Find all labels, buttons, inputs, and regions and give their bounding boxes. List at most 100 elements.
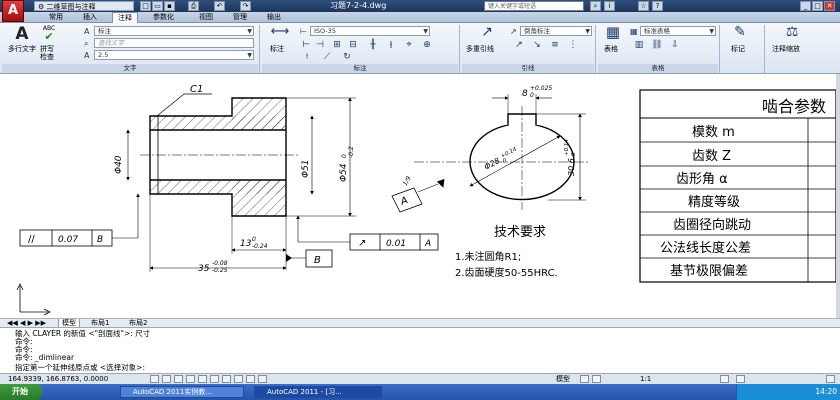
clean-screen-icon[interactable] [826,375,835,383]
new-file-icon[interactable]: □ [140,1,151,11]
spell-check-icon[interactable]: ABC ✔ [38,25,60,43]
dim-linear-icon[interactable]: ⊢ [300,39,312,51]
help-icon[interactable]: ? [652,1,663,11]
table-style-select[interactable]: 标准表格 ▼ [640,26,716,36]
collect-leader-icon[interactable]: ⋮ [566,39,580,51]
chevron-down-icon: ▼ [247,28,252,35]
quick-view-icon[interactable] [592,375,601,383]
undo-icon[interactable]: ↶ [214,1,225,11]
find-text-placeholder: 查找文字 [98,39,124,47]
info-icon[interactable]: i [604,1,615,11]
osnap-toggle-icon[interactable] [198,375,207,383]
spell-check-label-line2[interactable]: 检查 [40,53,54,62]
dim-space-icon[interactable]: ⫲ [384,39,398,51]
lock-icon[interactable] [736,375,745,383]
tab-output[interactable]: 输出 [262,12,286,23]
multiline-text-label[interactable]: 多行文字 [8,45,36,54]
drawing-canvas[interactable]: C1 Φ40 Φ51 Φ54 0 -0.2 // 0.07 B 13 0 -0.… [0,74,836,318]
tab-home[interactable]: 常用 [44,12,68,23]
search-icon[interactable]: ⌕ [590,1,601,11]
minimize-icon[interactable]: _ [800,1,811,11]
dyn-toggle-icon[interactable] [234,375,243,383]
tab-insert[interactable]: 插入 [78,12,102,23]
drawing-svg[interactable]: C1 Φ40 Φ51 Φ54 0 -0.2 // 0.07 B 13 0 -0.… [0,74,836,318]
layout-tab-bar: ◀◀ ◀ ▶ ▶▶ 模型 布局1 布局2 [0,318,840,328]
chevron-down-icon: ▼ [585,28,590,35]
command-prompt[interactable]: 指定第一个延伸线原点或 <选择对象>: [15,364,145,372]
maximize-icon[interactable]: □ [812,1,823,11]
search-input[interactable]: 键入关键字或短语 [484,1,584,11]
find-text-input[interactable]: 查找文字 [94,38,254,48]
redo-icon[interactable]: ↷ [240,1,251,11]
open-file-icon[interactable]: ▭ [152,1,163,11]
table-extract-icon[interactable]: ⇩ [668,39,682,51]
annotation-scale-label[interactable]: 注释缩放 [772,45,800,54]
dim-tolerance-icon[interactable]: ⌖ [402,39,416,51]
dim-aligned-icon[interactable]: ⊣ [314,39,326,51]
layout-view-icon[interactable] [580,375,589,383]
snap-toggle-icon[interactable] [150,375,159,383]
workspace-switch-icon[interactable] [720,375,729,383]
dimension-icon[interactable]: ⟷ [268,25,292,44]
text-height-select[interactable]: 2.5 ▼ [94,50,254,60]
remove-leader-icon[interactable]: ↘ [530,39,544,51]
panel-label-dimension[interactable]: 标注 [262,64,458,73]
workspace-selector[interactable]: ⚙ 二维草图与注释 [34,1,134,11]
table-row-teeth: 齿数 Z [692,149,731,164]
multileader-button-label[interactable]: 多重引线 [466,45,494,54]
markup-icon[interactable]: ✎ [730,25,750,44]
parameter-table[interactable]: 啮合参数 模数 m 齿数 Z 齿形角 α 精度等级 齿圈径向跳动 公法线长度公差… [639,89,836,283]
dim-break-icon[interactable]: ╫ [366,39,380,51]
dim-continue-icon[interactable]: ⊟ [346,39,360,51]
tab-manage[interactable]: 管理 [228,12,252,23]
polar-toggle-icon[interactable] [186,375,195,383]
add-leader-icon[interactable]: ↗ [512,39,526,51]
keyway-width-label: 8 [522,89,528,99]
panel-label-text[interactable]: 文字 [2,64,258,73]
multileader-icon[interactable]: ↗ [476,25,498,44]
command-line-window[interactable]: 输入 CLAYER 的新值 <"剖面线">: 尺寸 命令: 命令: 命令: _d… [0,327,840,373]
grid-toggle-icon[interactable] [162,375,171,383]
tab-parametric[interactable]: 参数化 [148,12,179,23]
table-button-label[interactable]: 表格 [604,45,618,54]
text-style-select[interactable]: 标注 ▼ [94,26,254,36]
leader-style-select[interactable]: 倒角标注 ▼ [520,26,592,36]
annotation-scale-icon[interactable]: ⚖ [782,25,802,44]
table-style-icon: ▦ [630,27,638,36]
multiline-text-icon[interactable]: A [12,25,32,43]
lwt-toggle-icon[interactable] [246,375,255,383]
markup-button-label[interactable]: 标记 [731,45,745,54]
dimension-button-label[interactable]: 标注 [270,45,284,54]
task-item-autocad[interactable]: AutoCAD 2011 - [习... [254,386,382,398]
tolerance-value-left: 0.07 [58,235,78,245]
autocad-logo-icon[interactable]: A [2,0,24,22]
print-icon[interactable]: ⎙ [188,1,199,11]
dim-center-icon[interactable]: ⊕ [420,39,434,51]
panel-label-leader[interactable]: 引线 [462,64,594,73]
dim-oblique-icon[interactable]: ⟋ [320,51,334,63]
otrack-toggle-icon[interactable] [210,375,219,383]
star-icon[interactable]: ☆ [638,1,649,11]
vertical-scrollbar[interactable] [836,74,840,318]
dim-update-icon[interactable]: ↻ [340,51,354,63]
task-item-tutorial[interactable]: AutoCAD 2011实例教... [120,386,244,398]
table-data-link-icon[interactable]: ⛓ [650,39,664,51]
dim-style-select[interactable]: ISO-35 ▼ [310,26,430,36]
dim-inspect-icon[interactable]: ⟊ [300,51,314,63]
align-leader-icon[interactable]: ≡ [548,39,562,51]
table-icon[interactable]: ▦ [602,25,624,44]
start-button[interactable]: 开始 [0,384,42,400]
tech-requirement-1: 1.未注圆角R1; [455,250,521,263]
tab-annotate[interactable]: 注释 [112,12,138,23]
save-icon[interactable]: ▪ [164,1,175,11]
ducs-toggle-icon[interactable] [222,375,231,383]
ortho-toggle-icon[interactable] [174,375,183,383]
panel-label-table[interactable]: 表格 [598,64,718,73]
tolerance-frame-runout[interactable]: ↗ 0.01 A [296,215,439,251]
dim-baseline-icon[interactable]: ⊞ [330,39,344,51]
qp-toggle-icon[interactable] [258,375,267,383]
tolerance-frame-parallel[interactable]: // 0.07 B [19,193,140,247]
close-icon[interactable]: ✕ [824,1,835,11]
table-merge-icon[interactable]: ▥ [632,39,646,51]
tab-view[interactable]: 视图 [194,12,218,23]
